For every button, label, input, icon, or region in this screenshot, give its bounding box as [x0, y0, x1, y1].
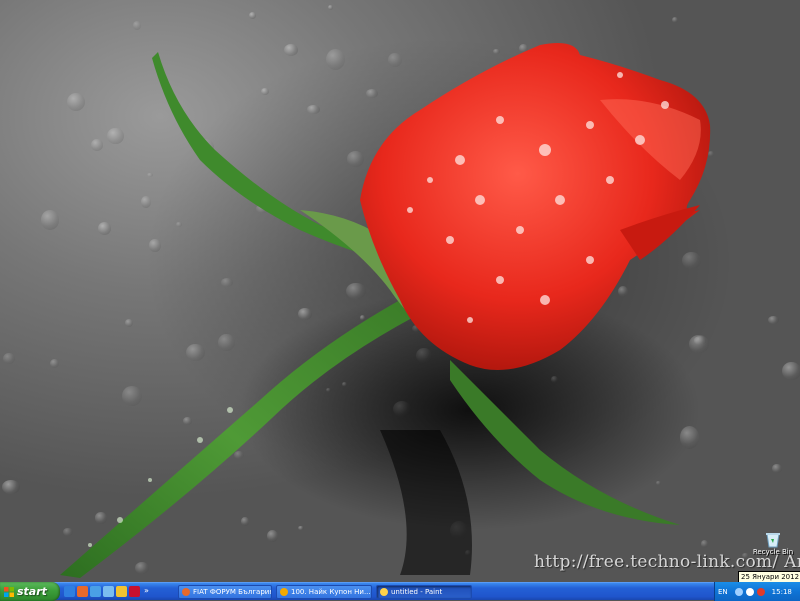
lightning-icon[interactable]: [116, 586, 127, 597]
network-tray-icon[interactable]: [734, 587, 743, 596]
firefox-icon: [182, 588, 190, 596]
task-button-winamp[interactable]: 100. Найк Купон Ни...: [276, 585, 372, 599]
task-button-firefox[interactable]: FIAT ФОРУМ България...: [178, 585, 272, 599]
start-label: start: [17, 585, 47, 598]
stem-droplets: [88, 407, 233, 547]
paint-icon: [380, 588, 388, 596]
network-icon[interactable]: [103, 586, 114, 597]
system-tray: EN 15:18: [714, 582, 800, 601]
flag-uk-icon[interactable]: [129, 586, 140, 597]
ie-icon[interactable]: [64, 586, 75, 597]
task-button-label: 100. Найк Купон Ни...: [291, 588, 371, 596]
volume-tray-icon[interactable]: [745, 587, 754, 596]
taskbar: start » FIAT ФОРУМ България... 100. Найк…: [0, 582, 800, 601]
recycle-bin-icon: [766, 533, 780, 548]
globe-icon[interactable]: [90, 586, 101, 597]
windows-flag-icon: [4, 586, 14, 597]
security-tray-icon[interactable]: [756, 587, 765, 596]
task-button-label: untitled - Paint: [391, 588, 443, 596]
date-tooltip: 25 Януари 2012 г.: [738, 571, 800, 582]
desktop[interactable]: http://free.techno-link.com/ Andy Recycl…: [0, 0, 800, 582]
rose-bloom: [360, 42, 711, 370]
recycle-bin-desktop-icon[interactable]: Recycle Bin: [752, 530, 794, 556]
chevron-right-icon[interactable]: »: [144, 585, 149, 599]
task-button-paint[interactable]: untitled - Paint: [376, 585, 472, 599]
task-button-label: FIAT ФОРУМ България...: [193, 588, 272, 596]
winamp-icon: [280, 588, 288, 596]
start-button[interactable]: start: [0, 582, 60, 601]
clock[interactable]: 15:18: [772, 588, 792, 596]
recycle-bin-label: Recycle Bin: [752, 548, 794, 556]
quick-launch-bar: »: [64, 585, 149, 599]
firefox-icon[interactable]: [77, 586, 88, 597]
rose-wallpaper-image: [60, 42, 711, 578]
language-indicator[interactable]: EN: [718, 588, 728, 596]
